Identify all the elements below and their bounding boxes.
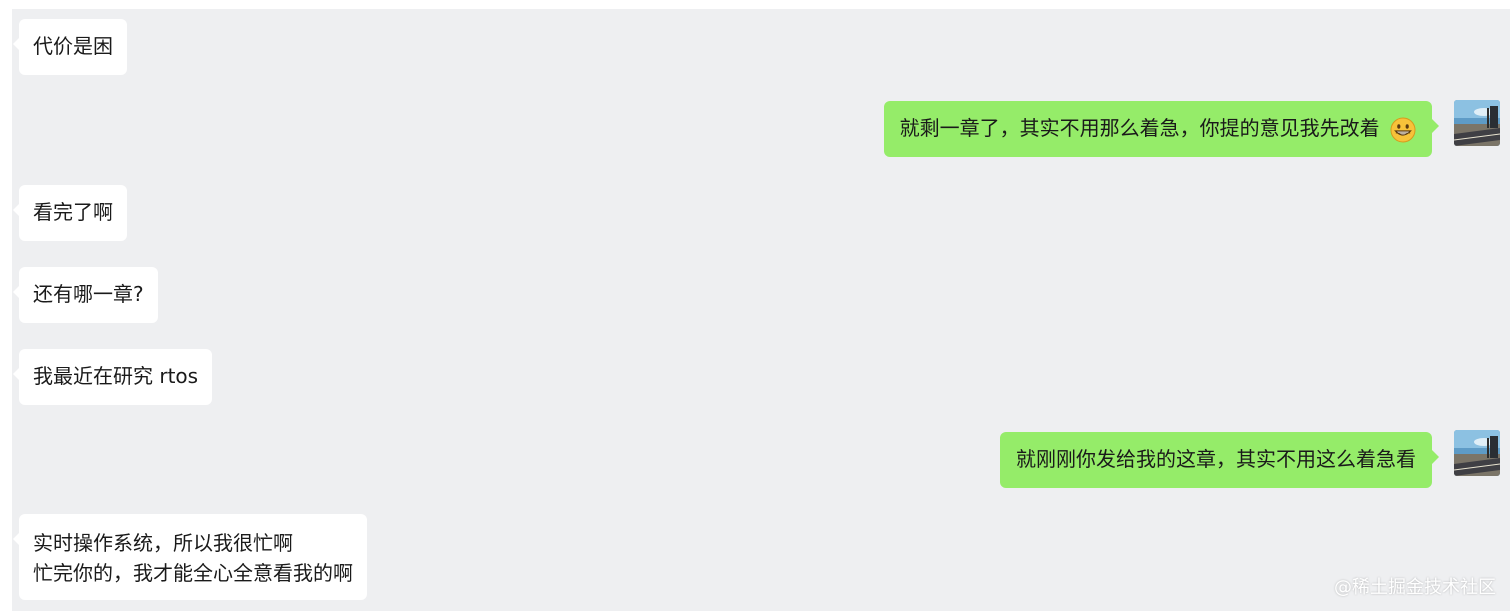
road-landscape-icon: [1454, 100, 1500, 146]
incoming-message[interactable]: 实时操作系统，所以我很忙啊 忙完你的，我才能全心全意看我的啊: [13, 514, 367, 600]
message-text: 就刚刚你发给我的这章，其实不用这么着急看: [1016, 447, 1416, 471]
user-avatar[interactable]: [1454, 430, 1500, 476]
watermark: @稀土掘金技术社区: [1334, 577, 1496, 598]
outgoing-message[interactable]: 就剩一章了，其实不用那么着急，你提的意见我先改着: [883, 101, 1440, 157]
message-text: 代价是困: [33, 34, 113, 58]
road-landscape-icon: [1454, 430, 1500, 476]
chat-panel: 代价是困 就剩一章了，其实不用那么着急，你提的意见我先改着 看完了啊 还有哪一章…: [12, 9, 1510, 611]
message-text: 就剩一章了，其实不用那么着急，你提的意见我先改着: [899, 116, 1380, 140]
grinning-face-icon: [1390, 117, 1416, 142]
message-text: 看完了啊: [33, 200, 113, 224]
message-text: 我最近在研究 rtos: [33, 364, 199, 388]
incoming-message[interactable]: 看完了啊: [13, 185, 127, 241]
message-line: 实时操作系统，所以我很忙啊: [33, 531, 293, 555]
incoming-message[interactable]: 还有哪一章?: [13, 267, 158, 323]
message-text: 还有哪一章?: [33, 282, 144, 306]
outgoing-message[interactable]: 就刚刚你发给我的这章，其实不用这么着急看: [1000, 432, 1439, 488]
incoming-message[interactable]: 我最近在研究 rtos: [12, 349, 213, 405]
incoming-message[interactable]: 代价是困: [13, 19, 127, 75]
user-avatar[interactable]: [1454, 100, 1500, 146]
message-line: 忙完你的，我才能全心全意看我的啊: [33, 561, 353, 585]
